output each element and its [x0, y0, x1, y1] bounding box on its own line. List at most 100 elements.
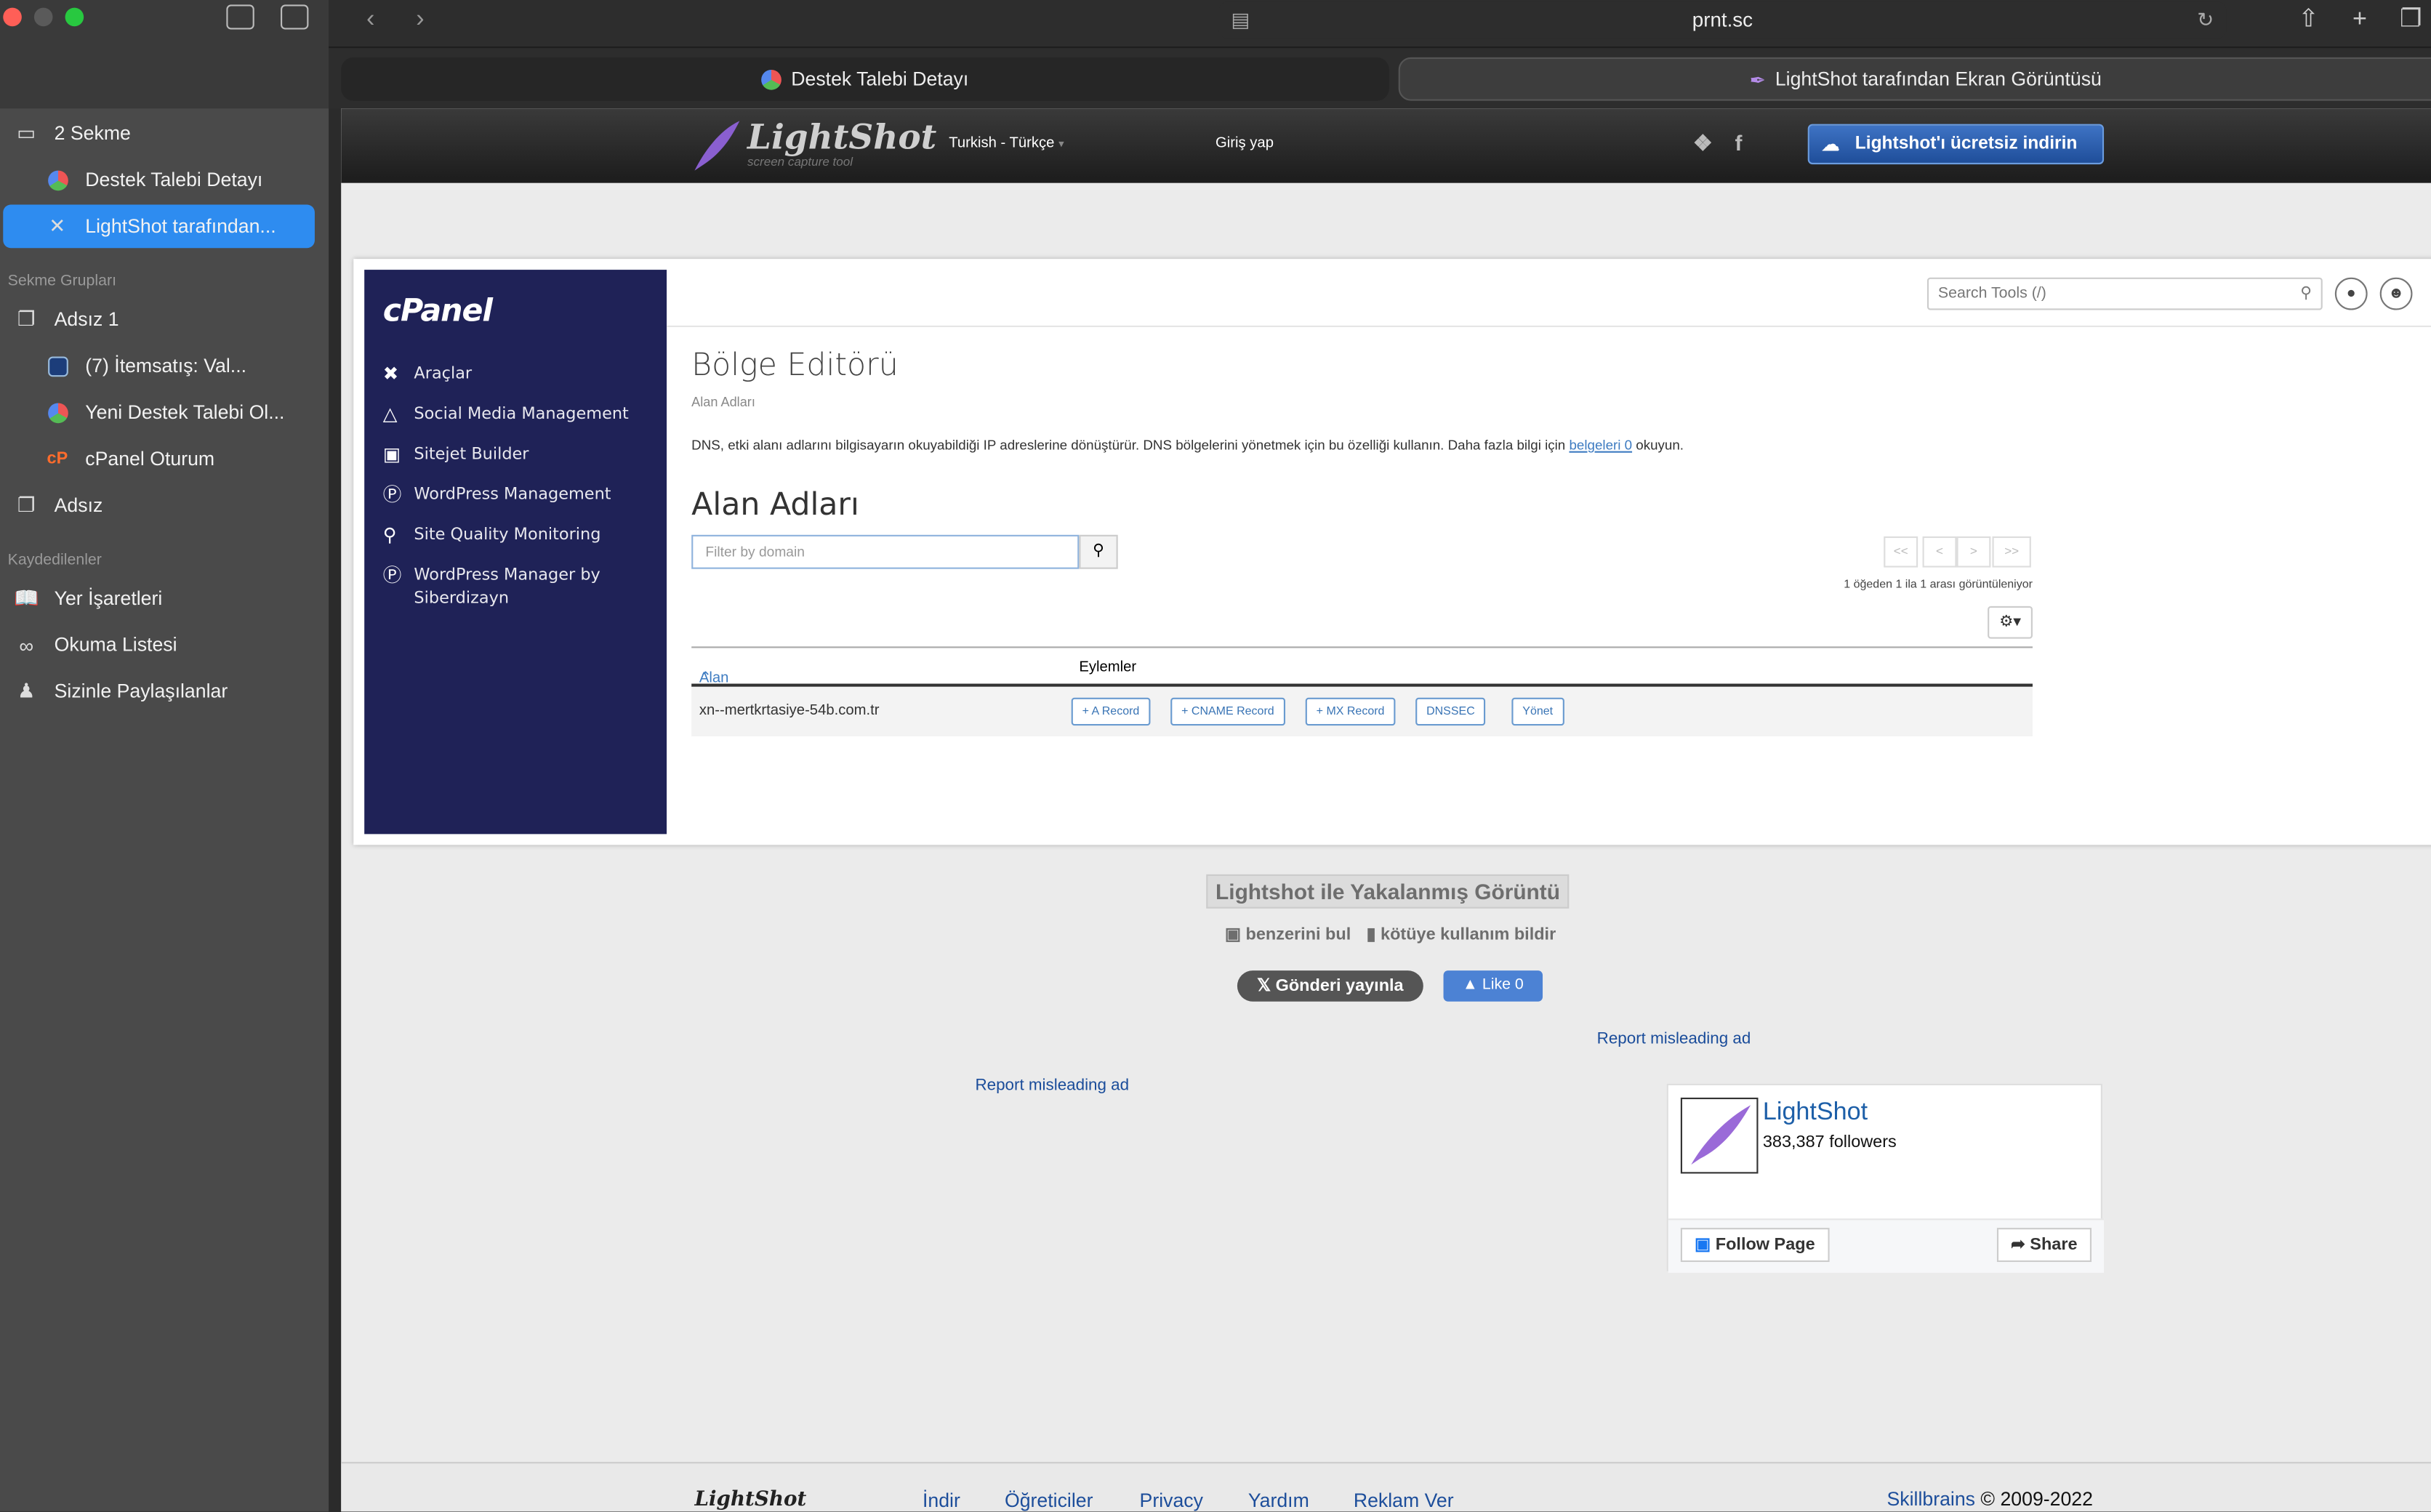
nav-label: Araçlar [414, 364, 473, 383]
shared-with-you-item[interactable]: ♟ Sizinle Paylaşılanlar [0, 669, 329, 713]
tab-group-item[interactable]: ❐ Adsız 1 [0, 297, 329, 341]
bell-icon: ● [2334, 277, 2368, 310]
feather-icon [1691, 1105, 1751, 1165]
people-icon: ♟ [17, 679, 36, 703]
page-footer: LightShot İndir Öğreticiler Privacy Yard… [341, 1462, 2431, 1512]
forward-icon[interactable]: › [397, 3, 443, 37]
app-favicon-icon [44, 352, 71, 379]
tab-destek[interactable]: Destek Talebi Detayı [341, 57, 1389, 101]
footer-logo[interactable]: LightShot [694, 1488, 806, 1511]
copyright: Skillbrains © 2009-2022 [1886, 1488, 2092, 1510]
cpanel-nav-item: ▣ Sitejet Builder [383, 443, 662, 467]
nav-label: Social Media Management [414, 404, 629, 424]
facebook-icon[interactable]: f [1735, 130, 1742, 155]
pager-next: > [1956, 536, 1991, 568]
footer-link-privacy[interactable]: Privacy [1140, 1490, 1203, 1512]
reload-icon[interactable]: ↻ [2197, 1, 2214, 39]
login-link[interactable]: Giriş yap [1216, 135, 1274, 152]
report-abuse-label: kötüye kullanım bildir [1381, 925, 1556, 944]
footer-link-download[interactable]: İndir [923, 1490, 960, 1512]
footer-link-advertise[interactable]: Reklam Ver [1354, 1490, 1454, 1512]
fb-like-button[interactable]: ▲ Like 0 [1443, 970, 1543, 1002]
new-tab-icon[interactable]: + [2336, 3, 2383, 37]
tools-icon: ✖ [382, 363, 399, 385]
favicon-icon [44, 398, 71, 426]
tab-group-icon: ❐ [17, 307, 36, 331]
bookmarks-item[interactable]: 📖 Yer İşaretleri [0, 576, 329, 620]
report-abuse-link[interactable]: ▮ kötüye kullanım bildir [1367, 924, 1556, 944]
new-tab-group-icon[interactable] [226, 4, 254, 30]
nav-label: WordPress Management [414, 485, 611, 504]
report-ad-link[interactable]: Report misleading ad [1597, 1029, 1751, 1048]
tab-group-tab[interactable]: cP cPanel Oturum [0, 437, 329, 480]
tab-count-label: 2 Sekme [54, 122, 131, 145]
tweet-label: Gönderi yayınla [1275, 976, 1404, 996]
footer-link-tutorials[interactable]: Öğreticiler [1005, 1490, 1093, 1512]
cname-record-button: + CNAME Record [1170, 697, 1285, 726]
page-avatar[interactable] [1680, 1097, 1759, 1174]
glasses-icon: ∞ [19, 633, 34, 657]
sidebar-tab-item[interactable]: Destek Talebi Detayı [0, 158, 329, 202]
lightshot-tagline: screen capture tool [747, 155, 853, 169]
wordpress-icon: Ⓟ [382, 564, 402, 587]
footer-link-help[interactable]: Yardım [1248, 1490, 1309, 1512]
page-menu-icon[interactable]: ▤ [1231, 1, 1250, 39]
builder-icon: ▣ [382, 443, 401, 465]
back-icon[interactable]: ‹ [347, 3, 394, 37]
download-button[interactable]: ☁ Lightshot'ı ücretsiz indirin [1807, 124, 2105, 165]
tab-overview-icon[interactable]: ❐ [2387, 3, 2431, 37]
desc-end: okuyun. [1636, 437, 1684, 453]
tab-lightshot[interactable]: ✒ LightShot tarafından Ekran Görüntüsü [1398, 57, 2431, 101]
brand-link[interactable]: Skillbrains [1886, 1488, 1974, 1510]
cpanel-description: DNS, etki alanı adlarını bilgisayarın ok… [691, 437, 1684, 452]
row-domain: xn--mertkrtasiye-54b.com.tr [699, 702, 880, 720]
captured-screenshot: cPanel ✖ Araçlar △ Social Media Management… [353, 259, 2431, 845]
gear-icon: ⚙▾ [1988, 606, 2033, 639]
find-similar-link[interactable]: ▣ benzerini bul [1225, 924, 1351, 944]
facebook-page-widget: LightShot 383,387 followers ▣ Follow Pag… [1666, 1083, 2105, 1273]
tab-group-item[interactable]: ❐ Adsız [0, 483, 329, 527]
close-window-button[interactable] [3, 7, 22, 27]
sidebar-tabs-header[interactable]: ▭ 2 Sekme [0, 112, 329, 156]
pager-prev: < [1922, 536, 1957, 568]
share-button[interactable]: ➦ Share [1996, 1228, 2092, 1263]
zoom-window-button[interactable] [65, 7, 84, 27]
tweet-button[interactable]: 𝕏 Gönderi yayınla [1237, 970, 1423, 1002]
reading-list-label: Okuma Listesi [54, 634, 177, 656]
search-icon: ⚲ [2300, 285, 2312, 302]
report-ad-link[interactable]: Report misleading ad [975, 1076, 1129, 1095]
cpanel-nav-item: ⚲ Site Quality Monitoring [383, 524, 662, 547]
sidebar-tab-label: Destek Talebi Detayı [85, 169, 263, 191]
lightshot-header: LightShot screen capture tool Turkish - … [341, 108, 2431, 183]
followers-count: 383,387 followers [1762, 1133, 1897, 1152]
like-label: Like 0 [1482, 976, 1524, 994]
manage-button: Yönet [1511, 697, 1564, 726]
share-icon[interactable]: ⇧ [2286, 3, 2332, 37]
address-bar[interactable]: ▤ prnt.sc ↻ [1218, 1, 2227, 39]
language-value: Turkish - Türkçe [949, 134, 1055, 153]
cpanel-breadcrumb: Alan Adları [691, 393, 755, 410]
sidebar-tab-label: LightShot tarafından... [85, 215, 276, 238]
lightshot-logo[interactable]: LightShot [747, 118, 936, 158]
sidebar-tab-item-active[interactable]: ✕ LightShot tarafından... [3, 204, 315, 249]
cpanel-nav-item: Ⓟ WordPress Manager by Siberdizayn [383, 564, 662, 611]
col-actions: Eylemler [1079, 659, 1137, 676]
tab-label: (7) İtemsatış: Val... [85, 355, 247, 377]
feather-icon: ✒ [1749, 68, 1767, 91]
page-name[interactable]: LightShot [1763, 1099, 1868, 1127]
minimize-window-button[interactable] [33, 7, 53, 27]
url-text: prnt.sc [1692, 7, 1753, 31]
thumbs-up-icon: ▲ [1462, 976, 1478, 994]
wordpress-icon: Ⓟ [382, 483, 402, 506]
language-select[interactable]: Turkish - Türkçe ▾ [949, 135, 1064, 152]
sidebar-toggle-icon[interactable] [281, 4, 309, 30]
tab-group-tab[interactable]: (7) İtemsatış: Val... [0, 344, 329, 387]
tab-group-tab[interactable]: Yeni Destek Talebi Ol... [0, 390, 329, 434]
tab-label: Yeni Destek Talebi Ol... [85, 401, 285, 424]
screenshot-caption: Lightshot ile Yakalanmış Görüntü [1206, 874, 1570, 909]
close-tab-icon[interactable]: ✕ [44, 212, 71, 240]
reading-list-item[interactable]: ∞ Okuma Listesi [0, 623, 329, 667]
book-icon: 📖 [13, 586, 39, 610]
twitter-icon[interactable]: ❖ [1693, 130, 1713, 156]
follow-page-button[interactable]: ▣ Follow Page [1680, 1228, 1829, 1263]
